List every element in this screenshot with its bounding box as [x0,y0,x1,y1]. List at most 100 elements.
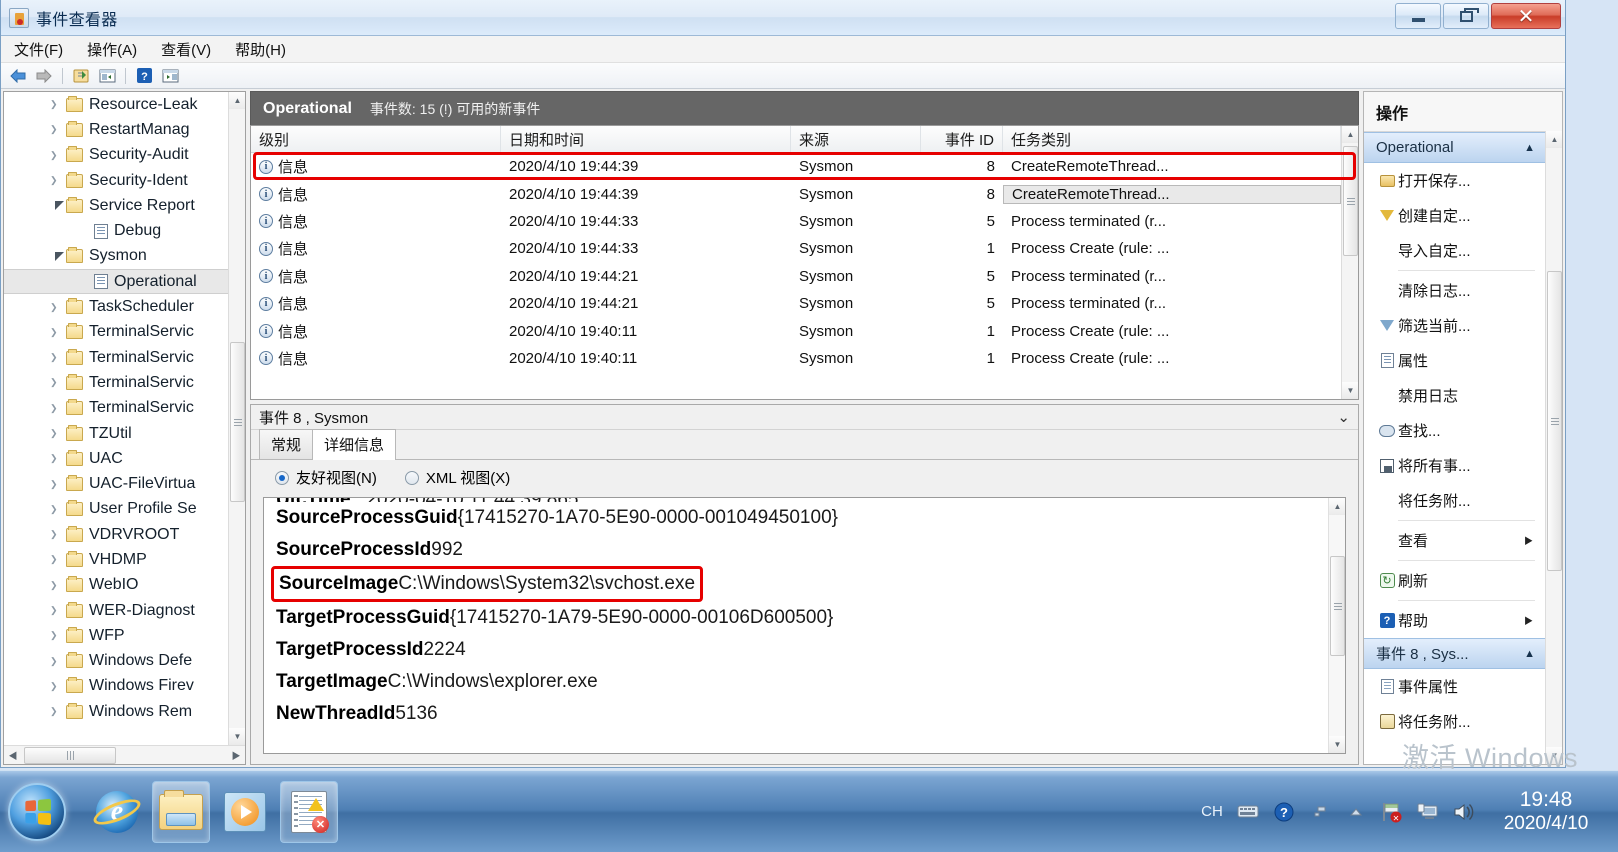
tree-item-terminalservic[interactable]: ❯ TerminalServic [4,345,228,370]
chevron-up-icon[interactable]: ▲ [1524,142,1535,154]
tab-general[interactable]: 常规 [259,429,314,459]
chevron-right-icon[interactable]: ❯ [50,428,64,439]
actions-scroll-up-button[interactable]: ▲ [1546,131,1562,148]
action-attach-task-to-log[interactable]: 将任务附... [1364,483,1545,518]
tree-item-tzutil[interactable]: ❯ TZUtil [4,421,228,446]
tree-hscroll-thumb[interactable] [24,747,116,764]
minimize-button[interactable] [1395,3,1441,29]
menu-view[interactable]: 查看(V) [158,37,214,62]
radio-friendly-view[interactable]: 友好视图(N) [275,467,377,488]
event-scroll-thumb[interactable] [1343,146,1358,256]
tree-item-uac-filevirtua[interactable]: ❯ UAC-FileVirtua [4,471,228,496]
event-row[interactable]: i 信息 2020/4/10 19:44:33 Sysmon 1 Process Crea… [251,235,1341,262]
chevron-up-icon[interactable]: ▲ [1524,648,1535,660]
tree-scroll-up-button[interactable]: ▲ [229,92,245,109]
chevron-right-icon[interactable]: ❯ [50,175,64,186]
col-datetime[interactable]: 日期和时间 [501,126,791,152]
tree-item-terminalservic[interactable]: ❯ TerminalServic [4,320,228,345]
start-button[interactable] [8,782,66,841]
taskbar-media-player[interactable] [216,781,274,843]
show-desktop-small-icon[interactable] [1308,800,1332,824]
event-row[interactable]: i 信息 2020/4/10 19:44:39 Sysmon 8 CreateRemote… [251,180,1341,207]
chevron-right-icon[interactable]: ❯ [50,150,64,161]
show-hidden-icons-icon[interactable] [1344,800,1368,824]
chevron-right-icon[interactable]: ❯ [50,352,64,363]
event-row[interactable]: i 信息 2020/4/10 19:40:11 Sysmon 1 Process Crea… [251,317,1341,344]
chevron-right-icon[interactable]: ❯ [50,327,64,338]
tree-item-debug[interactable]: Debug [4,218,228,243]
chevron-right-icon[interactable]: ❯ [50,681,64,692]
show-hide-action-pane-icon[interactable] [159,66,181,86]
tree-item-security-ident[interactable]: ❯ Security-Ident [4,168,228,193]
tree-item-vdrvroot[interactable]: ❯ VDRVROOT [4,522,228,547]
radio-xml-view[interactable]: XML 视图(X) [404,467,510,488]
tree-item-service-report[interactable]: ◢ Service Report [4,193,228,218]
taskbar-clock[interactable]: 19:48 2020/4/10 [1488,788,1604,836]
menu-file[interactable]: 文件(F) [11,37,66,62]
tree-scroll-right-button[interactable]: ▶ [227,747,245,764]
tree-item-webio[interactable]: ❯ WebIO [4,573,228,598]
action-open-saved-log[interactable]: 打开保存... [1364,163,1545,198]
actions-vertical-scrollbar[interactable]: ▲ ▼ [1545,131,1562,764]
chevron-right-icon[interactable]: ❯ [50,479,64,490]
taskbar-windows-explorer[interactable] [152,780,210,843]
action-help[interactable]: ? 帮助 ▶ [1364,603,1545,638]
action-refresh[interactable]: ↻ 刷新 [1364,563,1545,598]
taskbar-event-viewer[interactable]: ✕ [280,780,338,843]
chevron-right-icon[interactable]: ❯ [50,124,64,135]
chevron-down-icon[interactable]: ◢ [50,250,64,263]
chevron-right-icon[interactable]: ❯ [50,529,64,540]
tray-help-icon[interactable]: ? [1272,800,1296,824]
tree-item-terminalservic[interactable]: ❯ TerminalServic [4,370,228,395]
tree-item-security-audit[interactable]: ❯ Security-Audit [4,143,228,168]
chevron-down-icon[interactable]: ◢ [50,199,64,212]
tree-horizontal-scrollbar[interactable]: ◀ ▶ [4,745,245,764]
action-create-custom-view[interactable]: 创建自定... [1364,198,1545,233]
action-filter-current-log[interactable]: 筛选当前... [1364,308,1545,343]
tree-item-taskscheduler[interactable]: ❯ TaskScheduler [4,294,228,319]
action-view[interactable]: 查看 ▶ [1364,523,1545,558]
chevron-right-icon[interactable]: ❯ [50,706,64,717]
actions-scroll-thumb[interactable] [1547,271,1562,571]
col-event-id[interactable]: 事件 ID [921,126,1003,152]
event-row[interactable]: i 信息 2020/4/10 19:40:11 Sysmon 1 Process Crea… [251,345,1341,372]
tree-item-user-profile-se[interactable]: ❯ User Profile Se [4,497,228,522]
col-level[interactable]: 级别 [251,126,501,152]
chevron-right-icon[interactable]: ❯ [50,605,64,616]
event-scroll-down-button[interactable]: ▼ [1342,382,1358,399]
chevron-right-icon[interactable]: ❯ [50,580,64,591]
forward-icon[interactable] [33,66,55,86]
event-row[interactable]: i 信息 2020/4/10 19:44:39 Sysmon 8 CreateRemote… [251,153,1341,180]
taskbar-internet-explorer[interactable]: e [88,781,146,843]
event-list-vertical-scrollbar[interactable]: ▲ ▼ [1341,126,1358,399]
detail-vertical-scrollbar[interactable]: ▲ ▼ [1328,498,1345,753]
network-icon[interactable] [1416,800,1440,824]
chevron-right-icon[interactable]: ❯ [50,403,64,414]
tree-item-uac[interactable]: ❯ UAC [4,446,228,471]
collapse-detail-icon[interactable]: ⌄ [1337,408,1350,426]
action-group-event[interactable]: 事件 8 , Sys... ▲ [1364,638,1545,669]
maximize-button[interactable] [1443,3,1489,29]
chevron-right-icon[interactable]: ❯ [50,504,64,515]
help-icon[interactable]: ? [133,66,155,86]
action-center-flag-icon[interactable]: ✕ [1380,800,1404,824]
event-scroll-up-button[interactable]: ▲ [1342,126,1358,143]
keyboard-icon[interactable] [1236,800,1260,824]
tree-item-windows-defe[interactable]: ❯ Windows Defe [4,649,228,674]
event-row[interactable]: i 信息 2020/4/10 19:44:21 Sysmon 5 Process term… [251,290,1341,317]
chevron-right-icon[interactable]: ❯ [50,302,64,313]
ime-indicator[interactable]: CH [1200,800,1224,824]
tree-item-resource-leak[interactable]: ❯ Resource-Leak [4,92,228,117]
tree-vertical-scrollbar[interactable]: ▲ ▼ [228,92,245,745]
tree-item-vhdmp[interactable]: ❯ VHDMP [4,547,228,572]
action-properties[interactable]: 属性 [1364,343,1545,378]
event-row[interactable]: i 信息 2020/4/10 19:44:33 Sysmon 5 Process term… [251,208,1341,235]
tree-item-wer-diagnost[interactable]: ❯ WER-Diagnost [4,598,228,623]
action-group-operational[interactable]: Operational ▲ [1364,132,1545,163]
tree-scroll-left-button[interactable]: ◀ [4,747,22,764]
chevron-right-icon[interactable]: ❯ [50,99,64,110]
event-row[interactable]: i 信息 2020/4/10 19:44:21 Sysmon 5 Process term… [251,263,1341,290]
chevron-right-icon[interactable]: ❯ [50,656,64,667]
tab-details[interactable]: 详细信息 [312,429,397,460]
chevron-right-icon[interactable]: ❯ [50,453,64,464]
